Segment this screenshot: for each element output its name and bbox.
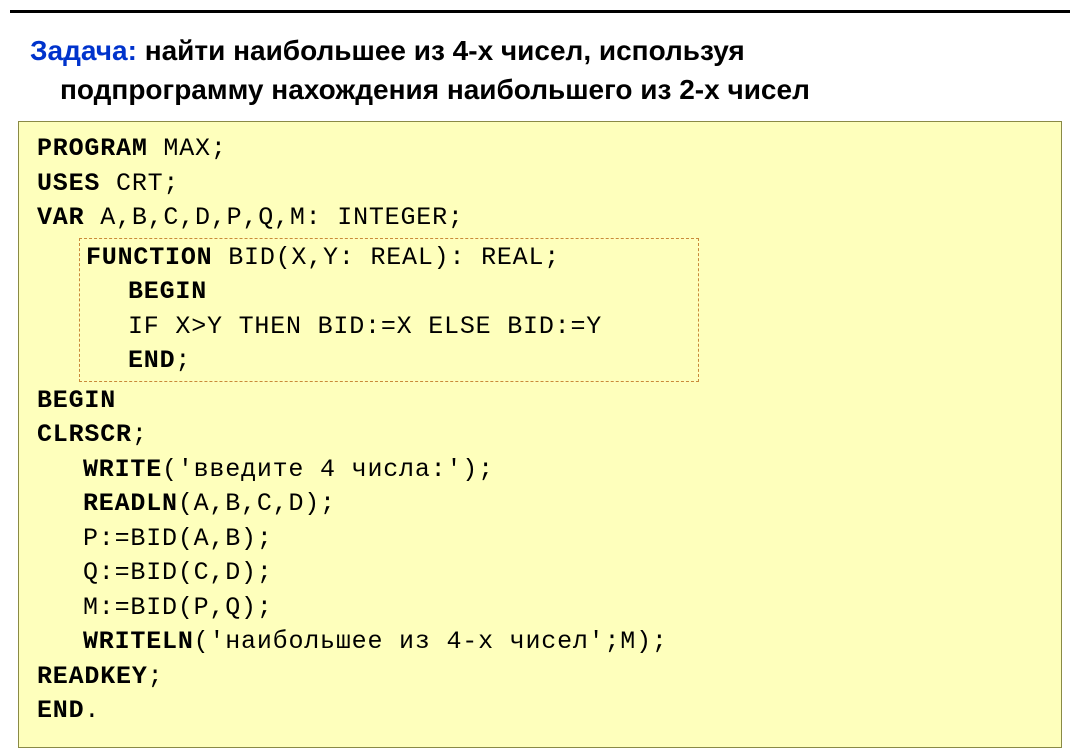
top-divider [10, 10, 1070, 13]
code-block: PROGRAM MAX; USES CRT; VAR A,B,C,D,P,Q,M… [18, 121, 1062, 748]
code-line-p: P:=BID(A,B); [37, 522, 1043, 557]
task-text-1: найти наибольшее из 4-х чисел, используя [137, 35, 745, 66]
code-line-readkey: READKEY; [37, 660, 1043, 695]
code-line-m: M:=BID(P,Q); [37, 591, 1043, 626]
function-box: FUNCTION BID(X,Y: REAL): REAL; BEGIN IF … [79, 238, 699, 382]
code-line-q: Q:=BID(C,D); [37, 556, 1043, 591]
task-description: Задача: найти наибольшее из 4-х чисел, и… [10, 23, 1070, 121]
func-line-declaration: FUNCTION BID(X,Y: REAL): REAL; [82, 241, 690, 276]
task-line1: Задача: найти наибольшее из 4-х чисел, и… [30, 31, 1050, 70]
code-line-uses: USES CRT; [37, 167, 1043, 202]
code-line-clrscr: CLRSCR; [37, 418, 1043, 453]
func-line-begin: BEGIN [82, 275, 690, 310]
func-line-end: END; [82, 344, 690, 379]
task-label: Задача: [30, 35, 137, 66]
code-line-end: END. [37, 694, 1043, 729]
code-line-var: VAR A,B,C,D,P,Q,M: INTEGER; [37, 201, 1043, 236]
func-line-body: IF X>Y THEN BID:=X ELSE BID:=Y [82, 310, 690, 345]
code-line-readln: READLN(A,B,C,D); [37, 487, 1043, 522]
code-line-write: WRITE('введите 4 числа:'); [37, 453, 1043, 488]
code-line-begin: BEGIN [37, 384, 1043, 419]
code-line-writeln: WRITELN('наибольшее из 4-х чисел';M); [37, 625, 1043, 660]
code-line-program: PROGRAM MAX; [37, 132, 1043, 167]
task-line2: подпрограмму нахождения наибольшего из 2… [30, 70, 1050, 109]
